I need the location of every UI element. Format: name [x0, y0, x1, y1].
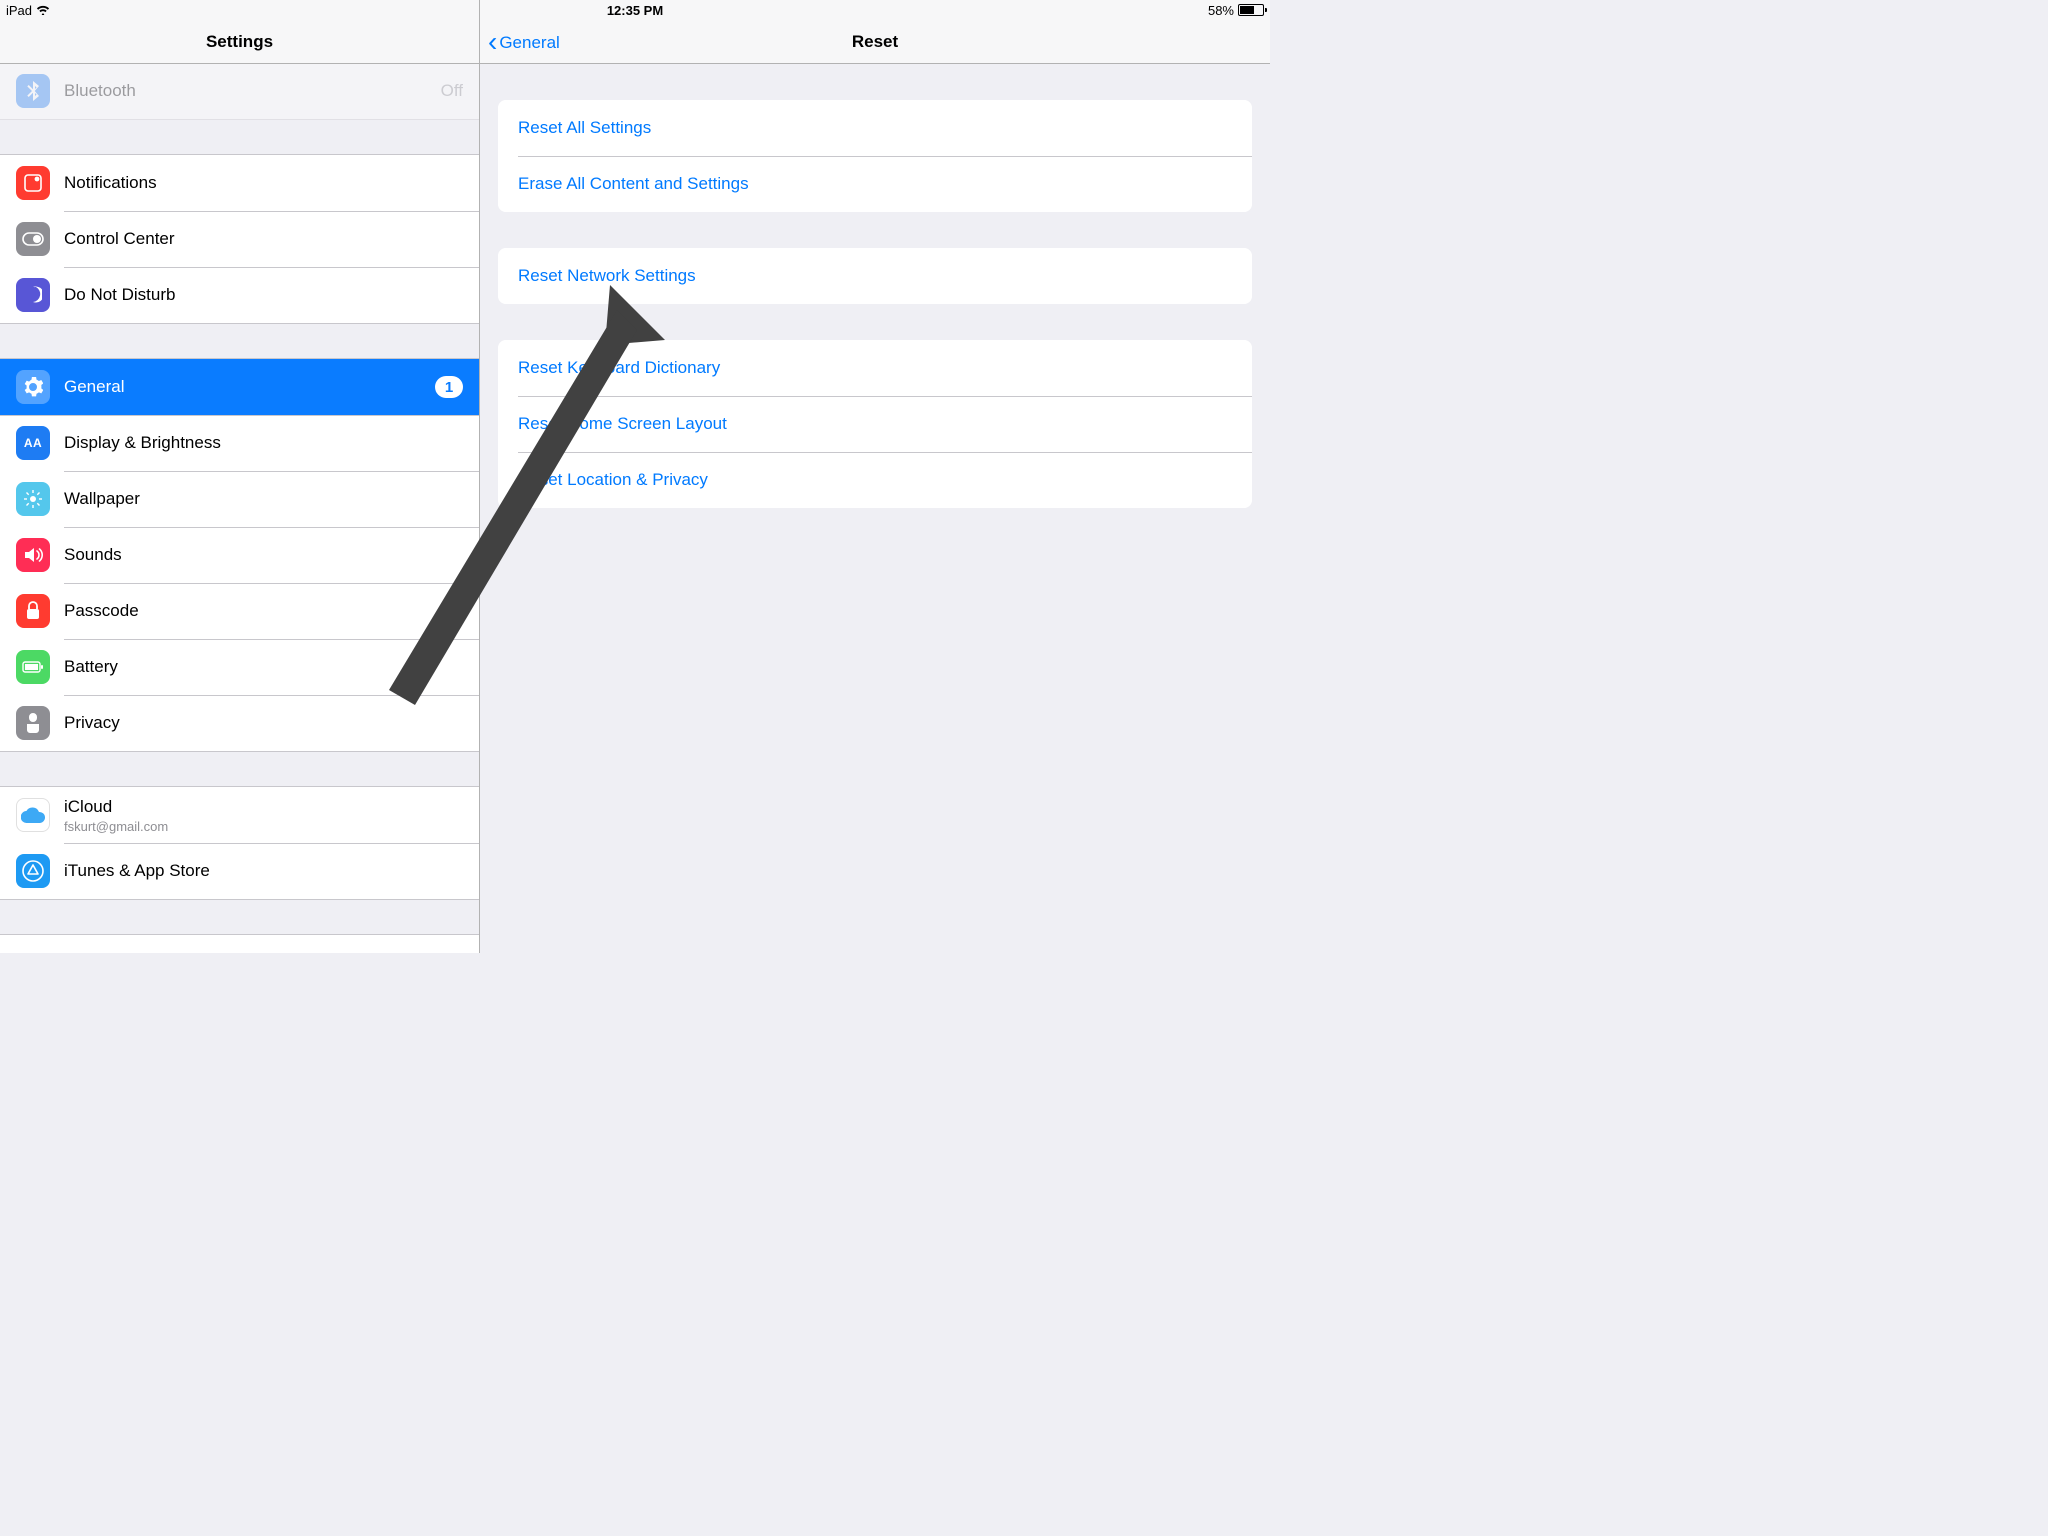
sidebar-item-label: iCloud — [64, 797, 463, 817]
sidebar-item-notifications[interactable]: Notifications — [0, 155, 479, 211]
appstore-icon — [16, 854, 50, 888]
sidebar-item-label: Display & Brightness — [64, 433, 463, 453]
sidebar-item-bluetooth[interactable]: Bluetooth Off — [0, 64, 479, 119]
erase-all-content[interactable]: Erase All Content and Settings — [498, 156, 1252, 212]
gear-icon — [16, 370, 50, 404]
lock-icon — [16, 594, 50, 628]
reset-location-privacy[interactable]: Reset Location & Privacy — [498, 452, 1252, 508]
sidebar-item-label: Battery — [64, 657, 463, 677]
sidebar-item-sublabel: fskurt@gmail.com — [64, 819, 463, 834]
badge-count: 1 — [435, 376, 463, 398]
detail-title: Reset — [852, 32, 898, 52]
sidebar-item-icloud[interactable]: iCloud fskurt@gmail.com — [0, 787, 479, 843]
moon-icon — [16, 278, 50, 312]
icloud-icon — [16, 798, 50, 832]
sounds-icon — [16, 538, 50, 572]
reset-option-label: Reset Location & Privacy — [518, 470, 1232, 490]
reset-all-settings[interactable]: Reset All Settings — [498, 100, 1252, 156]
sidebar-item-dnd[interactable]: Do Not Disturb — [0, 267, 479, 323]
sidebar-item-display[interactable]: AA Display & Brightness — [0, 415, 479, 471]
privacy-icon — [16, 706, 50, 740]
wifi-status-icon — [36, 3, 50, 18]
sidebar-item-label: Do Not Disturb — [64, 285, 463, 305]
sidebar-item-label: Wallpaper — [64, 489, 463, 509]
chevron-left-icon: ‹ — [488, 33, 497, 50]
sidebar-item-label: Bluetooth — [64, 81, 441, 101]
reset-option-label: Erase All Content and Settings — [518, 174, 1232, 194]
sidebar-item-passcode[interactable]: Passcode — [0, 583, 479, 639]
reset-home-screen-layout[interactable]: Reset Home Screen Layout — [498, 396, 1252, 452]
reset-option-label: Reset Keyboard Dictionary — [518, 358, 1232, 378]
sidebar-item-label: Passcode — [64, 601, 463, 621]
settings-sidebar: Settings Wi-Fi superhero — [0, 0, 480, 953]
notifications-icon — [16, 166, 50, 200]
battery-icon — [1238, 4, 1264, 16]
status-bar: iPad 12:35 PM 58% — [0, 0, 1270, 20]
wallpaper-icon — [16, 482, 50, 516]
sidebar-item-control-center[interactable]: Control Center — [0, 211, 479, 267]
sidebar-item-label: Control Center — [64, 229, 463, 249]
sidebar-item-sounds[interactable]: Sounds — [0, 527, 479, 583]
detail-pane: ‹ General Reset Reset All Settings Erase… — [480, 0, 1270, 953]
display-icon: AA — [16, 426, 50, 460]
battery-row-icon — [16, 650, 50, 684]
sidebar-title: Settings — [206, 32, 273, 52]
reset-network-settings[interactable]: Reset Network Settings — [498, 248, 1252, 304]
back-label: General — [499, 33, 559, 53]
sidebar-item-label: Privacy — [64, 713, 463, 733]
control-center-icon — [16, 222, 50, 256]
bluetooth-icon — [16, 74, 50, 108]
sidebar-item-wallpaper[interactable]: Wallpaper — [0, 471, 479, 527]
clock: 12:35 PM — [0, 3, 1270, 18]
reset-option-label: Reset All Settings — [518, 118, 1232, 138]
sidebar-item-detail: Off — [441, 81, 463, 101]
reset-option-label: Reset Network Settings — [518, 266, 1232, 286]
sidebar-item-label: General — [64, 377, 435, 397]
sidebar-item-general[interactable]: General 1 — [0, 359, 479, 415]
sidebar-item-label: Sounds — [64, 545, 463, 565]
sidebar-item-privacy[interactable]: Privacy — [0, 695, 479, 751]
sidebar-item-battery[interactable]: Battery — [0, 639, 479, 695]
reset-keyboard-dictionary[interactable]: Reset Keyboard Dictionary — [498, 340, 1252, 396]
reset-option-label: Reset Home Screen Layout — [518, 414, 1232, 434]
battery-percent: 58% — [1208, 3, 1234, 18]
sidebar-item-label: iTunes & App Store — [64, 861, 463, 881]
sidebar-item-label: Notifications — [64, 173, 463, 193]
sidebar-item-itunes[interactable]: iTunes & App Store — [0, 843, 479, 899]
back-button[interactable]: ‹ General — [488, 33, 560, 53]
device-name: iPad — [6, 3, 32, 18]
